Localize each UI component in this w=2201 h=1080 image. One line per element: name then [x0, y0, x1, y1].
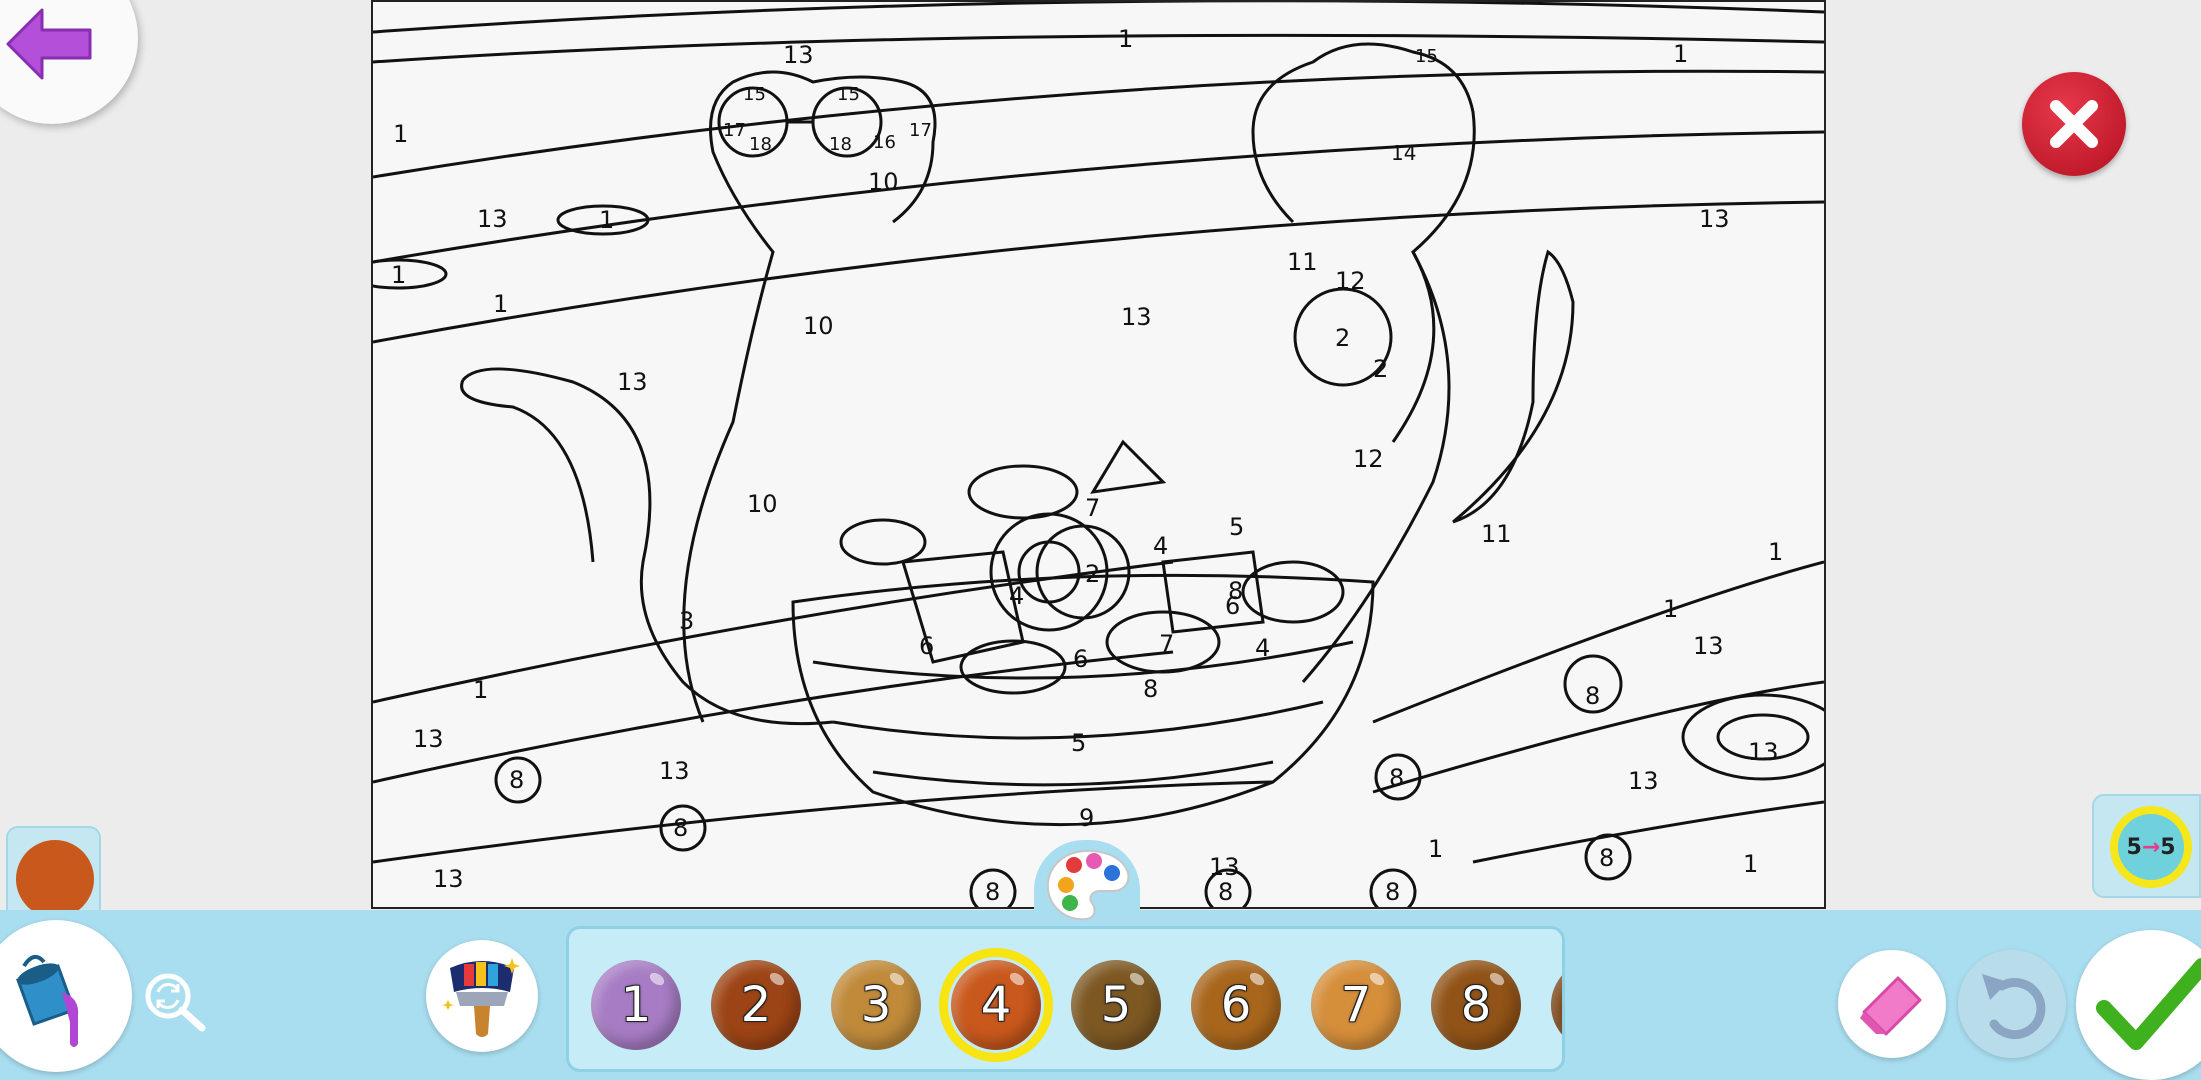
area-label: 1	[1768, 538, 1783, 566]
zoom-reset-icon[interactable]	[140, 968, 210, 1034]
area-label: 6	[1225, 592, 1240, 620]
area-label: 13	[1121, 303, 1152, 331]
area-label: 15	[1415, 46, 1438, 67]
color-swatch-4[interactable]: 4	[939, 948, 1053, 1062]
color-swatch-2[interactable]: 2	[711, 960, 801, 1050]
magic-brush-button[interactable]	[426, 940, 538, 1052]
color-swatch-8[interactable]: 8	[1431, 960, 1521, 1050]
area-label: 8	[509, 766, 524, 794]
area-label: 8	[1389, 764, 1404, 792]
area-label: 5	[1229, 513, 1244, 541]
area-label: 1	[493, 290, 508, 318]
area-label: 8	[1385, 878, 1400, 906]
area-label: 1	[1673, 40, 1688, 68]
area-label: 8	[1143, 675, 1158, 703]
area-label: 2	[1085, 560, 1100, 588]
area-label: 13	[659, 757, 690, 785]
area-label: 13	[1209, 853, 1240, 881]
coloring-canvas[interactable]: 1 1 1 1 1 1 1 1 1 1 1 13 13 13 13 13 13 …	[371, 0, 1826, 909]
area-label: 16	[873, 132, 896, 153]
area-label: 1	[1428, 835, 1443, 863]
area-label: 13	[433, 865, 464, 893]
goal-badge[interactable]: 5 → 5	[2110, 806, 2192, 888]
area-label: 10	[868, 168, 899, 196]
eraser-button[interactable]	[1838, 950, 1946, 1058]
color-swatch-3[interactable]: 3	[831, 960, 921, 1050]
line-art[interactable]: 1 1 1 1 1 1 1 1 1 1 1 13 13 13 13 13 13 …	[373, 2, 1824, 907]
color-swatch-7[interactable]: 7	[1311, 960, 1401, 1050]
goal-right: 5	[2160, 834, 2176, 860]
area-label: 12	[1335, 267, 1366, 295]
area-label: 7	[1085, 494, 1100, 522]
area-label: 13	[1748, 738, 1779, 766]
area-label: 11	[1287, 248, 1318, 276]
goal-arrow: →	[2141, 834, 2161, 860]
color-swatch-5[interactable]: 5	[1071, 960, 1161, 1050]
current-color-swatch	[16, 840, 94, 918]
area-label: 4	[1009, 582, 1024, 610]
area-label: 6	[919, 632, 934, 660]
paint-palette-icon[interactable]	[1042, 845, 1134, 925]
area-label: 6	[1073, 645, 1088, 673]
area-label: 15	[837, 84, 860, 105]
area-label: 10	[803, 312, 834, 340]
back-arrow-icon	[6, 8, 92, 80]
area-label: 13	[617, 368, 648, 396]
area-label: 3	[679, 607, 694, 635]
undo-icon	[1982, 974, 2046, 1040]
area-label: 4	[1255, 634, 1270, 662]
undo-button[interactable]	[1958, 950, 2066, 1058]
goal-left: 5	[2126, 834, 2142, 860]
area-label: 2	[1335, 324, 1350, 352]
back-button[interactable]	[0, 0, 138, 124]
area-label: 9	[1079, 804, 1094, 832]
area-label: 13	[413, 725, 444, 753]
area-label: 13	[1699, 205, 1730, 233]
checkmark-icon	[2096, 958, 2201, 1050]
area-label: 17	[723, 120, 746, 141]
area-label: 10	[747, 490, 778, 518]
area-label: 1	[1743, 850, 1758, 878]
area-label: 1	[1663, 595, 1678, 623]
area-label: 8	[673, 814, 688, 842]
area-label: 8	[985, 878, 1000, 906]
magic-brush-icon	[442, 958, 520, 1037]
area-label: 17	[909, 120, 932, 141]
area-label: 8	[1585, 682, 1600, 710]
area-label: 8	[1599, 844, 1614, 872]
area-label: 18	[749, 134, 772, 155]
goal-panel[interactable]: 5 → 5	[2092, 794, 2201, 898]
area-label: 13	[1693, 632, 1724, 660]
area-label: 1	[1118, 25, 1133, 53]
close-button[interactable]	[2022, 72, 2126, 176]
area-label: 8	[1218, 878, 1233, 906]
area-label: 14	[1391, 141, 1416, 165]
goal-badge-inner: 5 → 5	[2118, 814, 2184, 880]
area-label: 1	[599, 206, 614, 234]
area-label: 18	[829, 134, 852, 155]
area-label: 11	[1481, 520, 1512, 548]
area-label: 15	[743, 84, 766, 105]
area-label: 13	[783, 41, 814, 69]
color-swatch-1[interactable]: 1	[591, 960, 681, 1050]
color-swatch-6[interactable]: 6	[1191, 960, 1281, 1050]
area-label: 4	[1153, 532, 1168, 560]
eraser-icon	[1860, 976, 1922, 1036]
area-label: 1	[393, 120, 408, 148]
close-icon	[2050, 100, 2098, 148]
area-label: 7	[1159, 630, 1174, 658]
area-label: 1	[391, 261, 406, 289]
area-label: 13	[477, 205, 508, 233]
area-label: 2	[1373, 355, 1388, 383]
color-swatch-9[interactable]: 9	[1551, 960, 1562, 1050]
color-palette[interactable]: 1 2 3 4 5 6 7 8 9	[566, 926, 1565, 1072]
area-label: 12	[1353, 445, 1384, 473]
paint-bucket-icon	[16, 954, 79, 1047]
area-label: 1	[473, 676, 488, 704]
area-label: 13	[1628, 767, 1659, 795]
area-label: 5	[1071, 729, 1086, 757]
